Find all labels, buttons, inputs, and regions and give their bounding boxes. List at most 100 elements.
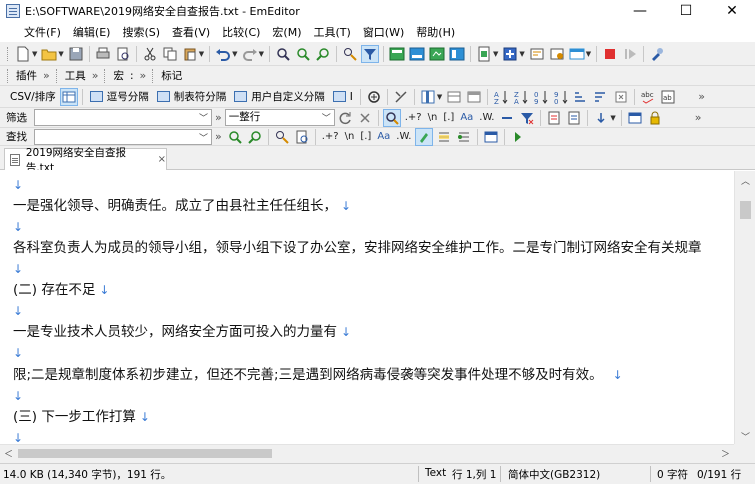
- toggle-explorer-icon[interactable]: [448, 45, 466, 63]
- column-icon[interactable]: [419, 88, 437, 106]
- sort-a-z-icon[interactable]: AZ: [492, 88, 510, 106]
- find-next-icon[interactable]: [226, 128, 244, 146]
- new-file-icon[interactable]: [14, 45, 32, 63]
- redo-icon[interactable]: [241, 45, 259, 63]
- go-arrow-icon[interactable]: [509, 128, 527, 146]
- word-count-icon[interactable]: ab: [659, 88, 677, 106]
- scroll-left-icon[interactable]: ＜: [0, 445, 17, 462]
- clear-format-icon[interactable]: [518, 109, 536, 127]
- chevron-right-icon[interactable]: »: [698, 90, 705, 103]
- filter-mode-select[interactable]: 一整行 ﹀: [224, 109, 335, 126]
- editor-line[interactable]: (三) 下一步工作打算 ↓: [13, 406, 150, 428]
- find-icon[interactable]: [274, 45, 292, 63]
- toggle-output-icon[interactable]: [388, 45, 406, 63]
- filter-regex-button[interactable]: .+?: [402, 112, 425, 123]
- bookmark-all-icon[interactable]: [455, 128, 473, 146]
- filter-whole-word-button[interactable]: .W.: [476, 112, 497, 123]
- menu-tools[interactable]: 工具(T): [308, 24, 357, 40]
- cut-icon[interactable]: [141, 45, 159, 63]
- editor-line[interactable]: ↓: [13, 342, 23, 364]
- find-newline-button[interactable]: \n: [342, 131, 358, 142]
- filter-document-icon[interactable]: [545, 109, 563, 127]
- find-in-files-icon[interactable]: [293, 128, 311, 146]
- vertical-scroll-thumb[interactable]: [740, 201, 751, 219]
- toolbar-grip[interactable]: [55, 68, 59, 83]
- toolbar-grip[interactable]: [7, 68, 10, 83]
- toolbar-grip[interactable]: [7, 46, 10, 61]
- print-icon[interactable]: [94, 45, 112, 63]
- sort-0-9-icon[interactable]: 09: [532, 88, 550, 106]
- tools-icon[interactable]: [392, 88, 410, 106]
- editor-line[interactable]: ↓: [13, 385, 23, 407]
- menu-help[interactable]: 帮助(H): [410, 24, 461, 40]
- spell-check-icon[interactable]: abc: [639, 88, 657, 106]
- editor-line[interactable]: ↓: [13, 216, 23, 238]
- emeditor-app-icon[interactable]: [6, 4, 20, 18]
- filter-bracket-button[interactable]: [.]: [440, 112, 457, 123]
- paste-icon[interactable]: [181, 45, 199, 63]
- filter-input[interactable]: ﹀: [34, 109, 212, 126]
- tab-separated-button[interactable]: 制表符分隔: [156, 89, 226, 104]
- run-macro-icon[interactable]: [621, 45, 639, 63]
- highlight-icon[interactable]: [415, 127, 434, 146]
- chevron-down-icon[interactable]: ▼: [199, 50, 204, 58]
- find-regex-button[interactable]: .+?: [319, 131, 342, 142]
- sort-9-0-icon[interactable]: 90: [552, 88, 570, 106]
- menu-window[interactable]: 窗口(W): [357, 24, 410, 40]
- arrow-down-icon[interactable]: [592, 109, 610, 127]
- chevron-down-icon[interactable]: ﹀: [199, 131, 208, 144]
- scroll-up-icon[interactable]: ︿: [735, 171, 755, 189]
- encoding-icon[interactable]: [501, 45, 519, 63]
- find-input[interactable]: ﹀: [34, 128, 212, 145]
- scroll-down-icon[interactable]: ﹀: [735, 427, 755, 445]
- undo-icon[interactable]: [214, 45, 232, 63]
- chevron-down-icon[interactable]: ▼: [437, 93, 442, 101]
- csv-normal-icon[interactable]: [59, 87, 78, 106]
- editor-line[interactable]: ↓: [13, 300, 23, 322]
- toggle-snippets-icon[interactable]: [408, 45, 426, 63]
- config-icon[interactable]: [475, 45, 493, 63]
- minus-icon[interactable]: [498, 109, 516, 127]
- find-previous-icon[interactable]: [246, 128, 264, 146]
- sort-length-asc-icon[interactable]: [572, 88, 590, 106]
- status-mode[interactable]: Text: [425, 467, 446, 479]
- chevron-right-icon[interactable]: »: [215, 130, 222, 143]
- document-tab[interactable]: 2019网络安全自查报告.txt ×: [4, 147, 167, 174]
- sort-clear-icon[interactable]: [612, 88, 630, 106]
- copy-icon[interactable]: [161, 45, 179, 63]
- chevron-down-icon[interactable]: ﹀: [322, 111, 331, 124]
- editor-text-area[interactable]: ↓ 一是强化领导、明确责任。成立了由县社主任任组长， ↓ ↓ 各科室负责人为成员的…: [0, 171, 734, 445]
- editor-line[interactable]: 一是专业技术人员较少，网络安全方面可投入的力量有 ↓: [13, 321, 351, 343]
- chevron-down-icon[interactable]: ▼: [586, 50, 591, 58]
- sort-z-a-icon[interactable]: ZA: [512, 88, 530, 106]
- horizontal-scroll-thumb[interactable]: [18, 449, 272, 458]
- find-bracket-button[interactable]: [.]: [357, 131, 374, 142]
- chevron-down-icon[interactable]: ▼: [58, 50, 63, 58]
- vertical-scrollbar[interactable]: ︿ ﹀: [734, 171, 755, 445]
- text-editor[interactable]: ↓ 一是强化领导、明确责任。成立了由县社主任任组长， ↓ ↓ 各科室负责人为成员的…: [0, 170, 755, 445]
- filter-lines-icon[interactable]: [565, 109, 583, 127]
- status-position[interactable]: 行 1,列 1: [452, 467, 496, 482]
- advanced-filter-icon[interactable]: [382, 108, 401, 127]
- filter-match-case-button[interactable]: Aa: [457, 112, 476, 123]
- chevron-right-icon[interactable]: »: [140, 69, 147, 82]
- clear-filter-icon[interactable]: [356, 109, 374, 127]
- find-match-case-button[interactable]: Aa: [374, 131, 393, 142]
- toolbar-grip[interactable]: [104, 68, 107, 83]
- select-column-icon[interactable]: [445, 88, 463, 106]
- menu-edit[interactable]: 编辑(E): [67, 24, 117, 40]
- user-separated-button[interactable]: 用户自定义分隔: [234, 89, 325, 104]
- find-whole-word-button[interactable]: .W.: [393, 131, 414, 142]
- chevron-right-icon[interactable]: »: [215, 111, 222, 124]
- mark-icon[interactable]: [435, 128, 453, 146]
- add-column-icon[interactable]: [365, 88, 383, 106]
- find-bar-icon[interactable]: [482, 128, 500, 146]
- plugins-toolbar-label[interactable]: 插件: [16, 68, 37, 83]
- close-button[interactable]: ✕: [709, 0, 755, 22]
- macro-tools-icon[interactable]: [648, 45, 666, 63]
- close-tab-icon[interactable]: ×: [158, 154, 166, 165]
- window-list-icon[interactable]: [568, 45, 586, 63]
- record-macro-icon[interactable]: [601, 45, 619, 63]
- tools-toolbar-label[interactable]: 工具: [65, 68, 86, 83]
- horizontal-scrollbar[interactable]: ＜ ＞: [0, 444, 734, 461]
